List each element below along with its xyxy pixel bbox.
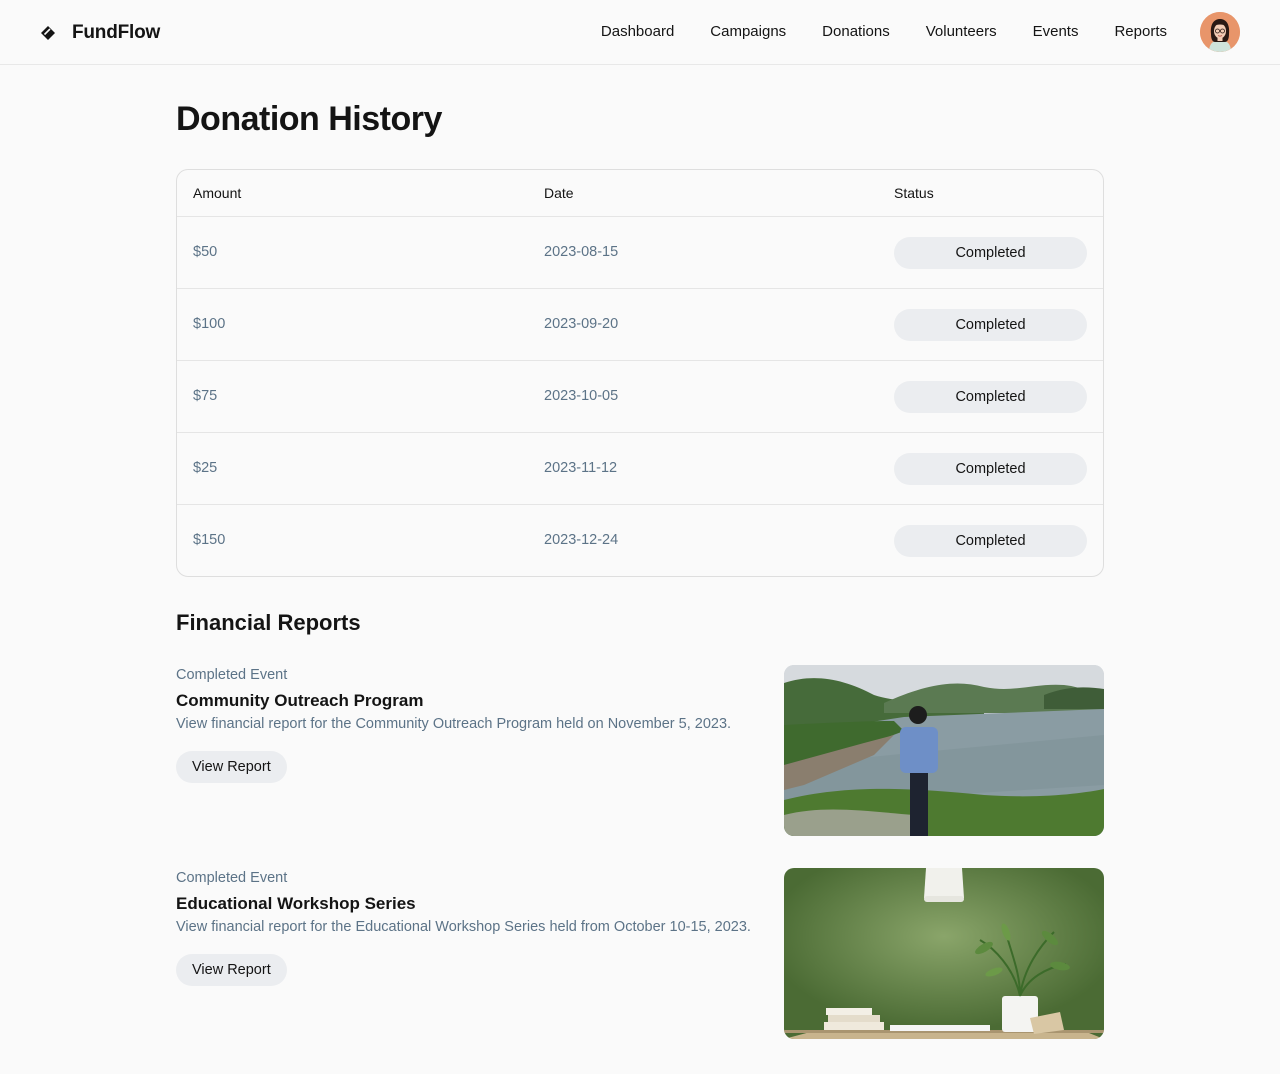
donation-date: 2023-11-12: [544, 460, 618, 476]
nav-volunteers[interactable]: Volunteers: [926, 22, 997, 42]
donation-date: 2023-08-15: [544, 244, 619, 260]
table-row: $150 2023-12-24 Completed: [177, 505, 1103, 576]
table-row: $25 2023-11-12 Completed: [177, 433, 1103, 505]
view-report-button[interactable]: View Report: [176, 751, 287, 783]
main-nav: Dashboard Campaigns Donations Volunteers…: [565, 22, 1167, 42]
fundflow-logo-icon: [41, 26, 55, 40]
view-report-button[interactable]: View Report: [176, 954, 287, 986]
nav-campaigns[interactable]: Campaigns: [710, 22, 786, 42]
donation-amount: $50: [193, 244, 218, 260]
report-kicker: Completed Event: [176, 870, 288, 886]
table-header: Amount Date Status: [177, 170, 1103, 217]
report-card: Completed Event Community Outreach Progr…: [176, 665, 1104, 836]
status-badge: Completed: [894, 309, 1087, 341]
nav-donations[interactable]: Donations: [822, 22, 890, 42]
report-title: Educational Workshop Series: [176, 894, 416, 913]
column-header-status: Status: [894, 185, 934, 201]
report-kicker: Completed Event: [176, 667, 288, 683]
report-description: View financial report for the Community …: [176, 716, 732, 732]
top-header: FundFlow Dashboard Campaigns Donations V…: [0, 0, 1280, 65]
report-title: Community Outreach Program: [176, 691, 424, 710]
status-badge: Completed: [894, 381, 1087, 413]
report-description: View financial report for the Educationa…: [176, 919, 751, 935]
avatar-portrait-icon: [1200, 12, 1240, 52]
column-header-amount: Amount: [193, 185, 242, 201]
donation-amount: $25: [193, 460, 218, 476]
donation-history-table: Amount Date Status $50 2023-08-15 Comple…: [176, 169, 1104, 577]
nav-events[interactable]: Events: [1033, 22, 1079, 42]
report-image-desk-plant: [784, 868, 1104, 1039]
page-title: Donation History: [176, 100, 442, 138]
brand-name: FundFlow: [72, 22, 161, 43]
section-title-financial-reports: Financial Reports: [176, 610, 361, 635]
column-header-date: Date: [544, 185, 574, 201]
table-row: $100 2023-09-20 Completed: [177, 289, 1103, 361]
status-badge: Completed: [894, 453, 1087, 485]
donation-date: 2023-09-20: [544, 316, 619, 332]
nav-dashboard[interactable]: Dashboard: [601, 22, 674, 42]
donation-date: 2023-10-05: [544, 388, 619, 404]
table-row: $75 2023-10-05 Completed: [177, 361, 1103, 433]
status-badge: Completed: [894, 237, 1087, 269]
report-image-lakeside: [784, 665, 1104, 836]
donation-amount: $100: [193, 316, 226, 332]
donation-amount: $150: [193, 532, 226, 548]
table-row: $50 2023-08-15 Completed: [177, 217, 1103, 289]
donation-amount: $75: [193, 388, 218, 404]
donation-date: 2023-12-24: [544, 532, 619, 548]
nav-reports[interactable]: Reports: [1114, 22, 1167, 42]
user-avatar[interactable]: [1200, 12, 1240, 52]
brand-logo[interactable]: FundFlow: [40, 19, 160, 47]
status-badge: Completed: [894, 525, 1087, 557]
report-card: Completed Event Educational Workshop Ser…: [176, 868, 1104, 1039]
